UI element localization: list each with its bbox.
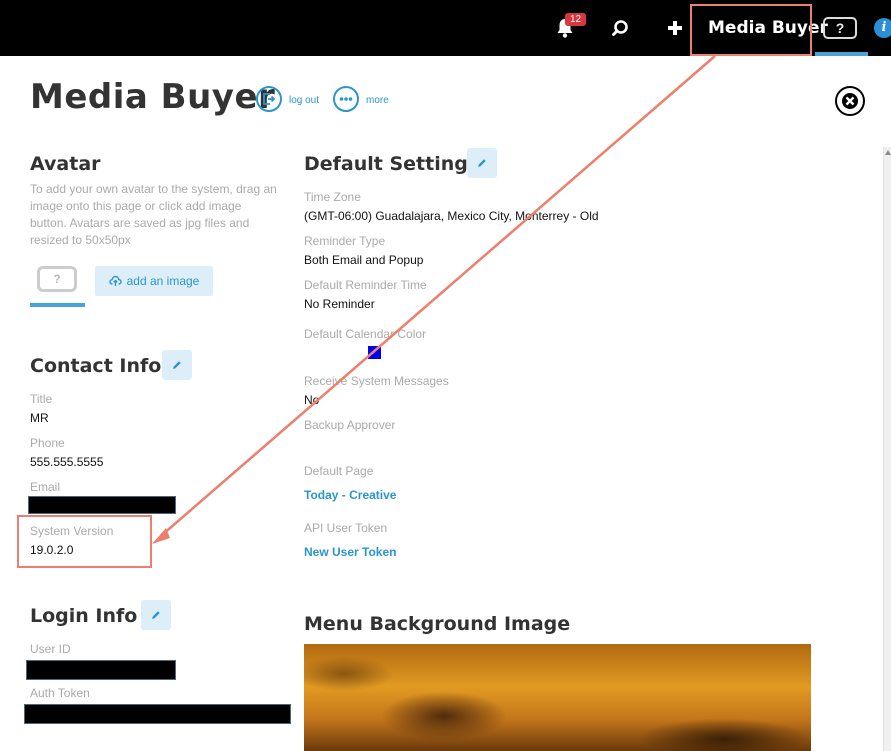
user-id-redacted (26, 660, 176, 680)
new-user-token-link[interactable]: New User Token (304, 545, 396, 559)
edit-contact-info-button[interactable] (162, 350, 192, 380)
default-page-link[interactable]: Today - Creative (304, 488, 396, 502)
page-title: Media Buyer (30, 77, 276, 117)
reminder-type-value: Both Email and Popup (304, 253, 424, 267)
auth-token-redacted (24, 704, 291, 724)
calendar-color-swatch (368, 346, 381, 359)
default-reminder-time-label: Default Reminder Time (304, 278, 427, 292)
help-active-indicator (815, 52, 868, 56)
search-icon[interactable] (606, 14, 634, 42)
pencil-icon (152, 611, 160, 619)
notification-count-badge: 12 (565, 13, 586, 26)
info-icon[interactable]: i (874, 18, 891, 38)
menu-background-image[interactable] (304, 644, 811, 751)
avatar-active-indicator (30, 303, 85, 307)
help-button[interactable]: ? (823, 17, 857, 39)
default-reminder-time-value: No Reminder (304, 297, 375, 311)
close-icon (842, 93, 858, 109)
logout-icon[interactable] (256, 86, 282, 112)
time-zone-value: (GMT-06:00) Guadalajara, Mexico City, Mo… (304, 209, 599, 223)
annotation-highlight-user-name (690, 4, 812, 56)
api-user-token-label: API User Token (304, 521, 388, 535)
avatar-description: To add your own avatar to the system, dr… (30, 182, 277, 247)
pencil-icon (173, 361, 181, 369)
phone-label: Phone (30, 436, 65, 450)
cloud-upload-icon (108, 275, 122, 286)
title-value: MR (30, 411, 49, 425)
menu-background-section-title: Menu Background Image (304, 613, 571, 635)
scroll-up-arrow-icon[interactable] (885, 150, 891, 155)
reminder-type-label: Reminder Type (304, 234, 386, 248)
avatar-placeholder[interactable]: ? (37, 266, 77, 292)
page-scrollbar[interactable] (883, 147, 891, 751)
receive-system-messages-value: No (304, 393, 320, 407)
add-image-label: add an image (126, 274, 200, 288)
close-button[interactable] (835, 86, 865, 116)
edit-default-settings-button[interactable] (467, 148, 497, 178)
email-label: Email (30, 480, 61, 494)
pencil-icon (478, 159, 486, 167)
phone-value: 555.555.5555 (30, 455, 104, 469)
add-plus-icon[interactable] (661, 14, 689, 42)
login-info-section-title: Login Info (30, 605, 138, 627)
add-image-button[interactable]: add an image (95, 266, 213, 296)
title-label: Title (30, 392, 53, 406)
more-link[interactable]: more (366, 95, 389, 106)
default-settings-section-title: Default Settings (304, 153, 480, 175)
default-page-label: Default Page (304, 464, 374, 478)
logout-link[interactable]: log out (289, 95, 319, 106)
more-dots-icon[interactable] (333, 86, 359, 112)
auth-token-label: Auth Token (30, 686, 90, 700)
receive-system-messages-label: Receive System Messages (304, 374, 449, 388)
backup-approver-label: Backup Approver (304, 418, 396, 432)
time-zone-label: Time Zone (304, 190, 361, 204)
avatar-section-title: Avatar (30, 153, 101, 175)
default-calendar-color-label: Default Calendar Color (304, 327, 427, 341)
email-redacted (28, 496, 176, 514)
user-id-label: User ID (30, 642, 71, 656)
contact-info-section-title: Contact Info (30, 355, 162, 377)
edit-login-info-button[interactable] (141, 600, 171, 630)
annotation-highlight-system-version (17, 515, 152, 568)
